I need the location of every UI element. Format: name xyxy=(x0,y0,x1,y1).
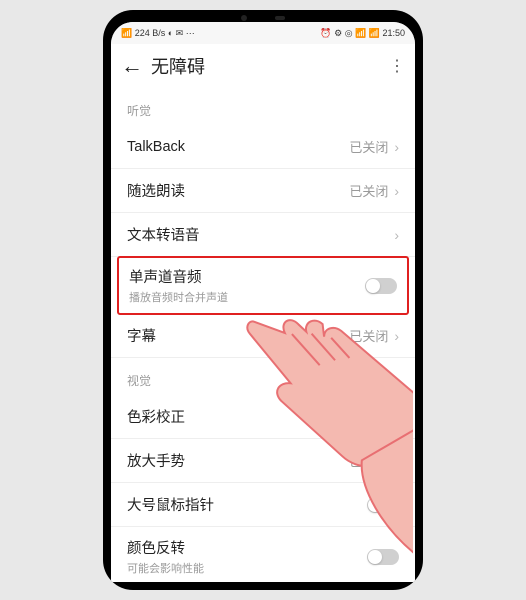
toggle-switch[interactable] xyxy=(367,549,399,565)
section-hearing: 听觉 xyxy=(111,88,415,125)
row-label: 颜色反转 xyxy=(127,537,367,558)
phone-frame: 📶 224 B/s ◐ ✉ ⋯ ⏰ ⚙ ◎ 📶 📶 21:50 ← 无障碍 ⋮ … xyxy=(103,10,423,590)
row-subtitle: 播放音频时合并声道 xyxy=(129,289,365,305)
section-vision: 视觉 xyxy=(111,358,415,395)
app-bar: ← 无障碍 ⋮ xyxy=(111,44,415,88)
toggle-switch[interactable] xyxy=(367,497,399,513)
status-left: 📶 224 B/s ◐ ✉ ⋯ xyxy=(121,28,195,39)
row-status: 已关闭 xyxy=(349,451,388,470)
camera-notch xyxy=(111,14,415,22)
row-select-to-speak[interactable]: 随选朗读 已关闭 › xyxy=(111,169,415,213)
chevron-right-icon: › xyxy=(394,453,399,469)
more-icon[interactable]: ⋮ xyxy=(385,56,405,76)
screen: 📶 224 B/s ◐ ✉ ⋯ ⏰ ⚙ ◎ 📶 📶 21:50 ← 无障碍 ⋮ … xyxy=(111,22,415,582)
row-label: 色彩校正 xyxy=(127,406,349,427)
row-color-inversion[interactable]: 颜色反转 可能会影响性能 xyxy=(111,527,415,582)
chevron-right-icon: › xyxy=(394,409,399,425)
page-title: 无障碍 xyxy=(151,53,385,79)
row-label: 文本转语音 xyxy=(127,224,394,245)
row-talkback[interactable]: TalkBack 已关闭 › xyxy=(111,125,415,169)
back-icon[interactable]: ← xyxy=(121,55,145,77)
chevron-right-icon: › xyxy=(394,183,399,199)
row-status: 已关闭 xyxy=(349,326,388,345)
chevron-right-icon: › xyxy=(394,227,399,243)
chevron-right-icon: › xyxy=(394,139,399,155)
toggle-switch[interactable] xyxy=(365,278,397,294)
row-status: 已关闭 xyxy=(349,181,388,200)
status-right: ⏰ ⚙ ◎ 📶 📶 21:50 xyxy=(320,28,405,39)
row-label: TalkBack xyxy=(127,139,349,155)
row-label: 字幕 xyxy=(127,325,349,346)
row-subtitle: 可能会影响性能 xyxy=(127,560,367,576)
row-status: 已关闭 xyxy=(349,407,388,426)
row-label: 单声道音频 xyxy=(129,266,365,287)
row-label: 随选朗读 xyxy=(127,180,349,201)
highlighted-row: 单声道音频 播放音频时合并声道 xyxy=(117,256,409,315)
row-label: 放大手势 xyxy=(127,450,349,471)
status-bar: 📶 224 B/s ◐ ✉ ⋯ ⏰ ⚙ ◎ 📶 📶 21:50 xyxy=(111,22,415,44)
row-status: 已关闭 xyxy=(349,137,388,156)
row-magnification[interactable]: 放大手势 已关闭 › xyxy=(111,439,415,483)
row-mono-audio[interactable]: 单声道音频 播放音频时合并声道 xyxy=(119,258,407,313)
row-large-pointer[interactable]: 大号鼠标指针 xyxy=(111,483,415,527)
settings-list[interactable]: 听觉 TalkBack 已关闭 › 随选朗读 已关闭 › 文本转语音 › xyxy=(111,88,415,582)
row-label: 大号鼠标指针 xyxy=(127,494,367,515)
row-tts[interactable]: 文本转语音 › xyxy=(111,213,415,257)
chevron-right-icon: › xyxy=(394,328,399,344)
row-color-correction[interactable]: 色彩校正 已关闭 › xyxy=(111,395,415,439)
row-captions[interactable]: 字幕 已关闭 › xyxy=(111,314,415,358)
